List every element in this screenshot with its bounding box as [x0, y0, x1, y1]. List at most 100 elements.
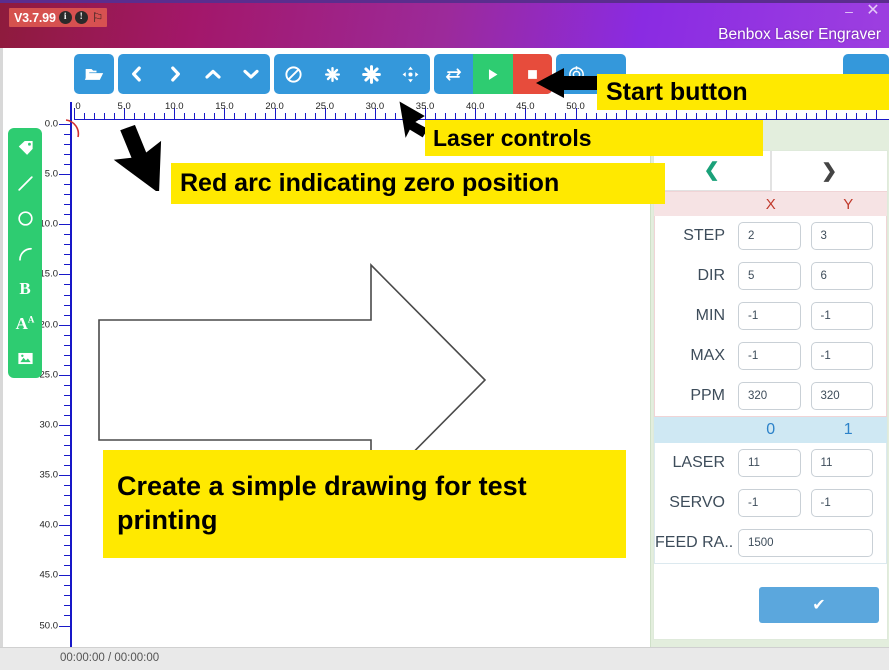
ruler-minor-tick	[64, 465, 70, 467]
ruler-minor-tick	[856, 113, 858, 119]
field-dir-y[interactable]: 6	[810, 262, 873, 290]
ruler-minor-tick	[64, 344, 70, 346]
ruler-minor-tick	[64, 154, 70, 156]
app-window: V3.7.99 i ! ⚐ Benbox Laser Engraver – ✕	[0, 0, 889, 670]
ruler-minor-tick	[806, 113, 808, 119]
ruler-minor-tick	[64, 204, 70, 206]
ruler-major-tick	[59, 224, 70, 226]
ruler-minor-tick	[64, 264, 70, 266]
prohibited-icon[interactable]	[274, 54, 313, 94]
ruler-minor-tick	[264, 113, 266, 119]
ruler-minor-tick	[64, 314, 70, 316]
laser-high-icon[interactable]	[352, 54, 391, 94]
field-min-y[interactable]: -1	[810, 302, 873, 330]
field-servo-0[interactable]: -1	[738, 489, 801, 517]
ruler-minor-tick	[64, 505, 70, 507]
ruler-minor-tick	[545, 113, 547, 119]
ruler-minor-tick	[144, 113, 146, 119]
ruler-minor-tick	[204, 113, 206, 119]
center-move-icon[interactable]	[391, 54, 430, 94]
ruler-minor-tick	[64, 585, 70, 587]
chevron-down-icon[interactable]	[232, 54, 270, 94]
field-max-x[interactable]: -1	[738, 342, 801, 370]
ruler-minor-tick	[796, 113, 798, 119]
chevron-right-icon[interactable]	[156, 54, 194, 94]
ruler-major-tick	[59, 174, 70, 176]
bold-b-icon[interactable]: B	[11, 275, 39, 302]
ruler-minor-tick	[64, 545, 70, 547]
ruler-minor-tick	[655, 113, 657, 119]
field-max-y[interactable]: -1	[810, 342, 873, 370]
ruler-major-tick	[59, 424, 70, 426]
ruler-minor-tick	[354, 113, 356, 119]
ruler-minor-tick	[485, 113, 487, 119]
ruler-minor-tick	[64, 334, 70, 336]
ruler-minor-tick	[465, 113, 467, 119]
ruler-minor-tick	[64, 284, 70, 286]
ruler-minor-tick	[64, 515, 70, 517]
chevron-left-icon: ❮	[703, 160, 720, 181]
left-rail-divider	[0, 48, 3, 647]
flag-icon[interactable]: ⚐	[92, 11, 104, 24]
ruler-minor-tick	[64, 214, 70, 216]
ruler-minor-tick	[64, 304, 70, 306]
annotation-red-arc: Red arc indicating zero position	[171, 163, 665, 204]
vertical-ruler-baseline	[70, 102, 72, 647]
confirm-button[interactable]: ✔	[759, 587, 879, 623]
ruler-tick-label: 25.0	[39, 369, 59, 381]
field-feed-rate[interactable]: 1500	[738, 529, 873, 557]
annotation-start-button: Start button	[597, 74, 889, 110]
arc-icon[interactable]	[11, 240, 39, 267]
ruler-minor-tick	[64, 244, 70, 246]
play-icon[interactable]	[473, 54, 513, 94]
field-laser-1[interactable]: 11	[810, 449, 873, 477]
field-ppm-x[interactable]: 320	[738, 382, 801, 410]
field-step-y[interactable]: 3	[810, 222, 873, 250]
ruler-minor-tick	[515, 113, 517, 119]
index-column-header: 0 1	[654, 417, 887, 443]
warning-icon[interactable]: !	[74, 11, 88, 24]
ruler-minor-tick	[64, 254, 70, 256]
ruler-minor-tick	[364, 113, 366, 119]
ruler-tick-label: 5.0	[44, 168, 58, 180]
field-laser-0[interactable]: 11	[738, 449, 801, 477]
panel-tab-next[interactable]: ❯	[770, 151, 887, 191]
tag-icon[interactable]	[11, 135, 39, 162]
row-label-min: MIN	[695, 307, 725, 324]
field-ppm-y[interactable]: 320	[810, 382, 873, 410]
ruler-tick-label: 15.0	[215, 102, 234, 112]
ruler-minor-tick	[234, 113, 236, 119]
ruler-minor-tick	[565, 113, 567, 119]
open-folder-icon[interactable]	[74, 54, 114, 94]
column-header-y: Y	[843, 195, 854, 213]
repeat-icon[interactable]	[434, 54, 473, 94]
laser-low-icon[interactable]	[313, 54, 352, 94]
field-min-x[interactable]: -1	[738, 302, 801, 330]
chevron-left-icon[interactable]	[118, 54, 156, 94]
circle-icon[interactable]	[11, 205, 39, 232]
ruler-minor-tick	[64, 414, 70, 416]
ruler-major-tick	[59, 374, 70, 376]
ruler-major-tick	[59, 475, 70, 477]
field-servo-1[interactable]: -1	[810, 489, 873, 517]
ruler-tick-label: 40.0	[39, 519, 59, 531]
line-icon[interactable]	[11, 170, 39, 197]
ruler-minor-tick	[244, 113, 246, 119]
chevron-right-icon: ❯	[821, 160, 838, 182]
ruler-minor-tick	[615, 113, 617, 119]
panel-tab-previous[interactable]: ❮	[654, 151, 771, 191]
image-icon[interactable]	[11, 345, 39, 372]
ruler-minor-tick	[595, 113, 597, 119]
chevron-up-icon[interactable]	[194, 54, 232, 94]
ruler-minor-tick	[64, 294, 70, 296]
ruler-minor-tick	[665, 113, 667, 119]
info-icon[interactable]: i	[58, 11, 72, 24]
ruler-tick-label: 25.0	[315, 102, 335, 112]
ruler-minor-tick	[445, 113, 447, 119]
text-a-icon[interactable]: AA	[11, 310, 39, 337]
column-header-0: 0	[766, 421, 776, 438]
field-dir-x[interactable]: 5	[738, 262, 801, 290]
close-button[interactable]: ✕	[863, 3, 883, 19]
field-step-x[interactable]: 2	[738, 222, 801, 250]
minimize-button[interactable]: –	[839, 3, 859, 19]
